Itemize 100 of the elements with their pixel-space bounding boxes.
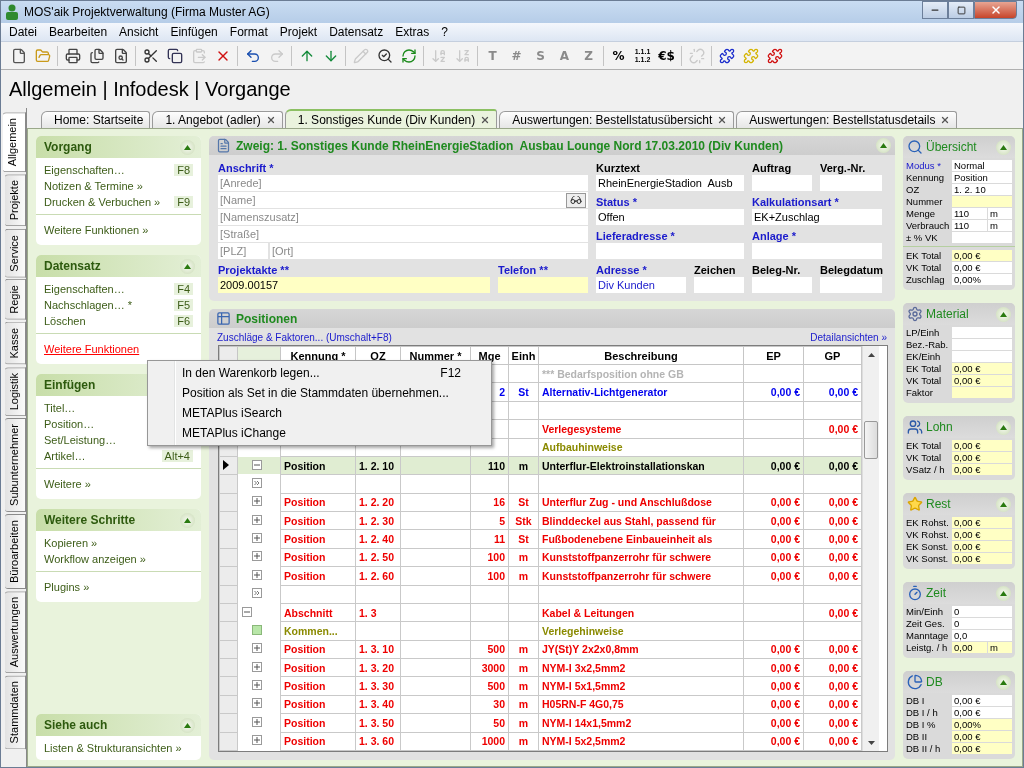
sidebar-link[interactable]: Artikel…: [44, 450, 86, 462]
input-field[interactable]: [752, 277, 812, 293]
close-button[interactable]: [974, 1, 1017, 19]
input-field[interactable]: [Namenszusatz]: [218, 209, 588, 225]
sidebar-link[interactable]: Weitere Funktionen »: [44, 224, 149, 236]
expand-node-icon[interactable]: [252, 496, 262, 507]
expand-node-icon[interactable]: [252, 680, 262, 691]
collapse-button[interactable]: [996, 419, 1011, 435]
toolbar-button[interactable]: %: [607, 44, 630, 67]
menu-item[interactable]: Bearbeiten: [43, 25, 114, 39]
expand-node-icon[interactable]: [252, 514, 262, 525]
sidebar-link[interactable]: Löschen: [44, 315, 86, 327]
chevrons-icon[interactable]: [252, 477, 262, 488]
surcharges-link[interactable]: Zuschläge & Faktoren... (Umschalt+F8): [217, 332, 392, 343]
lookup-button[interactable]: [566, 192, 586, 208]
collapse-button[interactable]: [996, 674, 1011, 690]
side-tab[interactable]: Service: [5, 228, 26, 278]
input-field[interactable]: Div Kunden: [596, 277, 686, 293]
sidebar-link[interactable]: Weitere »: [44, 478, 91, 490]
collapse-button[interactable]: [180, 512, 195, 528]
input-field[interactable]: [Anrede]: [218, 175, 588, 191]
menu-item[interactable]: Datensatz: [323, 25, 390, 39]
column-header[interactable]: Beschreibung: [538, 346, 744, 365]
input-field[interactable]: [752, 175, 812, 191]
menu-item[interactable]: Projekt: [273, 25, 324, 39]
close-icon[interactable]: [480, 114, 491, 125]
sidebar-link[interactable]: Position…: [44, 418, 95, 430]
input-field[interactable]: [PLZ]: [218, 243, 268, 259]
document-tab[interactable]: Auswertungen: Bestellstatusübersicht: [499, 111, 735, 128]
side-tab[interactable]: Regie: [5, 279, 26, 321]
expand-node-icon[interactable]: [252, 551, 262, 562]
expand-node-icon[interactable]: [252, 716, 262, 727]
collapse-node-icon[interactable]: [252, 459, 262, 470]
input-field[interactable]: RheinEnergieStadion Ausb: [596, 175, 744, 191]
minimize-button[interactable]: [922, 1, 948, 19]
side-tab[interactable]: Auswertungen: [5, 590, 26, 674]
side-tab[interactable]: Projekte: [5, 174, 26, 227]
sidebar-link[interactable]: Kopieren »: [44, 537, 98, 549]
collapse-button[interactable]: [180, 717, 195, 733]
sidebar-link[interactable]: Weitere Funktionen: [44, 343, 140, 355]
menu-item[interactable]: METAPlus iChange: [150, 423, 489, 443]
input-field[interactable]: [Straße]: [218, 226, 588, 242]
side-tab[interactable]: Logistik: [5, 366, 26, 416]
maximize-button[interactable]: [948, 1, 974, 19]
input-field[interactable]: 2009.00157: [218, 277, 490, 293]
document-tab[interactable]: 1. Angebot (adler): [152, 111, 283, 128]
sidebar-link[interactable]: Notizen & Termine »: [44, 180, 143, 192]
scroll-thumb[interactable]: [864, 421, 878, 459]
sidebar-link[interactable]: Workflow anzeigen »: [44, 553, 146, 565]
sidebar-link[interactable]: Eigenschaften…: [44, 283, 125, 295]
menu-item[interactable]: Einfügen: [164, 25, 224, 39]
chevrons-icon[interactable]: [252, 588, 262, 599]
sidebar-link[interactable]: Nachschlagen… *: [44, 299, 133, 311]
column-header[interactable]: EP: [743, 346, 804, 365]
menu-item[interactable]: Ansicht: [113, 25, 165, 39]
scrollbar[interactable]: [862, 346, 879, 751]
sidebar-link[interactable]: Drucken & Verbuchen »: [44, 196, 161, 208]
input-field[interactable]: [Ort]: [270, 243, 588, 259]
side-tab[interactable]: Kasse: [5, 322, 26, 365]
collapse-button[interactable]: [996, 496, 1011, 512]
collapse-button[interactable]: [996, 139, 1011, 155]
expand-node-icon[interactable]: [252, 698, 262, 709]
expand-node-icon[interactable]: [252, 661, 262, 672]
expand-node-icon[interactable]: [252, 735, 262, 746]
sidebar-link[interactable]: Listen & Strukturansichten »: [44, 742, 182, 754]
input-field[interactable]: Offen: [596, 209, 744, 225]
document-tab[interactable]: 1. Sonstiges Kunde (Div Kunden): [284, 109, 498, 128]
column-header[interactable]: GP: [803, 346, 862, 365]
input-field[interactable]: [820, 175, 882, 191]
input-field[interactable]: [820, 277, 882, 293]
expand-node-icon[interactable]: [252, 569, 262, 580]
menu-item[interactable]: In den Warenkorb legen... F12: [150, 363, 489, 383]
collapse-button[interactable]: [996, 585, 1011, 601]
side-tab[interactable]: Allgemein: [3, 112, 26, 173]
expand-node-icon[interactable]: [252, 643, 262, 654]
menu-item[interactable]: Extras: [389, 25, 436, 39]
collapse-node-icon[interactable]: [242, 606, 252, 617]
expand-node-icon[interactable]: [252, 533, 262, 544]
sidebar-link[interactable]: Set/Leistung…: [44, 434, 117, 446]
document-tab[interactable]: Home: Startseite: [41, 111, 151, 128]
input-field[interactable]: [596, 243, 744, 259]
side-tab[interactable]: Subunternehmer: [5, 418, 26, 512]
menu-item[interactable]: Datei: [3, 25, 43, 39]
menu-item[interactable]: Position als Set in die Stammdaten übernehmen...: [150, 383, 489, 403]
close-icon[interactable]: [265, 115, 276, 125]
input-field[interactable]: [752, 243, 882, 259]
document-tab[interactable]: Auswertungen: Bestellstatusdetails: [736, 111, 958, 128]
close-icon[interactable]: [940, 115, 951, 125]
input-field[interactable]: [498, 277, 588, 293]
menu-item[interactable]: ?: [435, 25, 454, 39]
toolbar-button[interactable]: €$: [655, 44, 678, 67]
input-field[interactable]: EK+Zuschlag: [752, 209, 882, 225]
side-tab[interactable]: Stammdaten: [5, 675, 26, 750]
menu-item[interactable]: METAPlus iSearch: [150, 403, 489, 423]
collapse-button[interactable]: [180, 258, 195, 274]
details-link[interactable]: Detailansichten »: [810, 332, 887, 343]
input-field[interactable]: [694, 277, 744, 293]
input-field[interactable]: [Name]: [218, 192, 588, 208]
side-tab[interactable]: Büroarbeiten: [5, 513, 26, 589]
collapse-button[interactable]: [180, 139, 195, 155]
